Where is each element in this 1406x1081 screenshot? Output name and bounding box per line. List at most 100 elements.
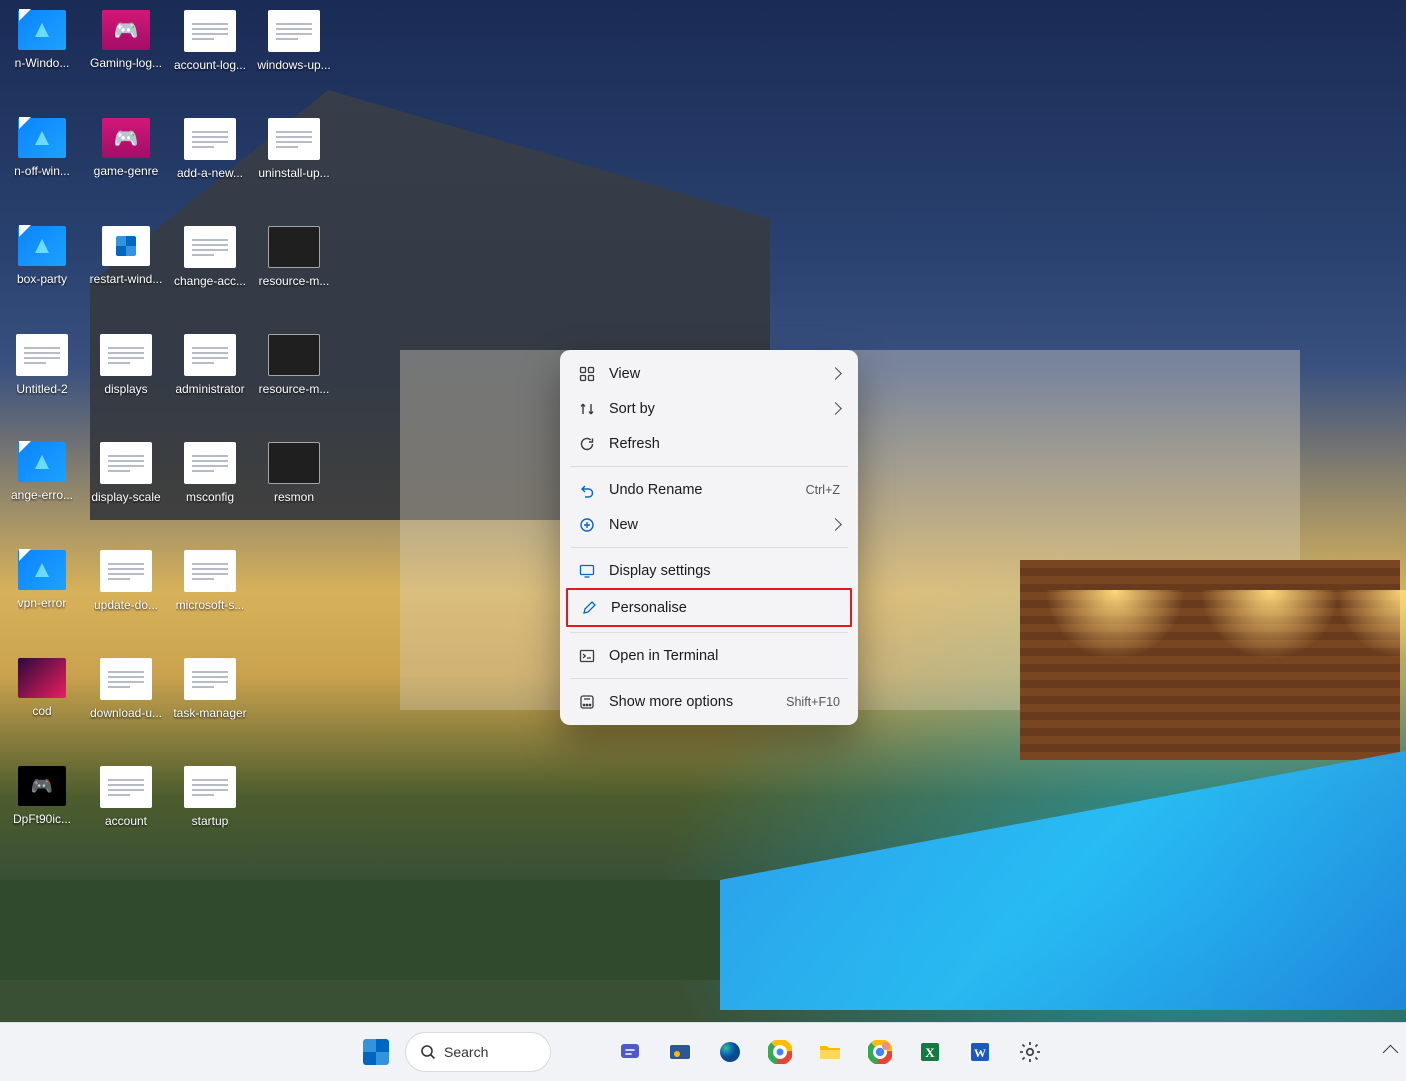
taskbar-center: Search X W [355,1031,1051,1073]
desktop-icon[interactable]: update-do... [84,546,168,652]
desktop-icon-thumb [101,10,151,50]
desktop-icon-thumb [268,226,320,268]
taskbar-search[interactable]: Search [405,1032,551,1072]
desktop-icon-label: account-log... [174,58,246,72]
taskbar-app-chat[interactable] [609,1031,651,1073]
taskbar-app-task-view[interactable] [559,1031,601,1073]
desktop-icon-thumb [17,10,67,50]
desktop-icon[interactable]: ange-erro... [0,438,84,544]
context-menu-item-personalise[interactable]: Personalise [566,588,852,627]
display-icon [578,562,595,579]
desktop-icon[interactable]: account [84,762,168,868]
desktop-icon[interactable]: game-genre [84,114,168,220]
desktop-icon[interactable]: download-u... [84,654,168,760]
desktop-icon[interactable]: DpFt90ic... [0,762,84,868]
taskbar-app-chrome[interactable] [759,1031,801,1073]
desktop-icon[interactable]: Untitled-2 [0,330,84,436]
search-icon [420,1044,436,1060]
svg-text:X: X [925,1045,935,1060]
refresh-icon [578,435,595,452]
desktop-icon-label: msconfig [186,490,234,504]
taskbar-app-snipping[interactable] [659,1031,701,1073]
desktop-icon[interactable]: task-manager [168,654,252,760]
desktop-icon[interactable]: change-acc... [168,222,252,328]
context-menu-separator [570,632,848,633]
context-menu-item-label: Refresh [609,436,840,452]
desktop-icon-label: cod [32,704,51,718]
start-button[interactable] [355,1031,397,1073]
tray-chevron-icon[interactable] [1383,1044,1399,1060]
context-menu-item-label: View [609,366,817,382]
desktop[interactable]: n-Windo... Gaming-log... account-log... win… [0,0,1406,1022]
desktop-icon-thumb [184,334,236,376]
desktop-icon[interactable]: box-party [0,222,84,328]
wallpaper-pool [720,750,1406,1010]
desktop-icon-thumb [184,550,236,592]
desktop-icon-label: Gaming-log... [90,56,162,70]
context-menu-item-refresh[interactable]: Refresh [566,426,852,461]
desktop-icon-thumb [17,766,67,806]
desktop-icon[interactable]: Gaming-log... [84,6,168,112]
desktop-icon-label: update-do... [94,598,158,612]
desktop-icon[interactable]: cod [0,654,84,760]
context-menu-item-label: Show more options [609,694,772,710]
desktop-icon-label: uninstall-up... [258,166,329,180]
context-menu-item-undo[interactable]: Undo Rename Ctrl+Z [566,472,852,507]
taskbar-app-settings[interactable] [1009,1031,1051,1073]
context-menu-item-label: Undo Rename [609,482,792,498]
taskbar-app-excel[interactable]: X [909,1031,951,1073]
desktop-icon[interactable]: resource-m... [252,222,336,328]
desktop-icon[interactable]: windows-up... [252,6,336,112]
desktop-icon[interactable]: display-scale [84,438,168,544]
context-menu-item-more[interactable]: Show more optionsShift+F10 [566,684,852,719]
desktop-icon-thumb [268,442,320,484]
context-menu-item-terminal[interactable]: Open in Terminal [566,638,852,673]
wallpaper-lawn [0,880,720,980]
taskbar-app-edge[interactable] [709,1031,751,1073]
taskbar-tray[interactable] [1385,1047,1396,1058]
desktop-icon[interactable]: resource-m... [252,330,336,436]
desktop-icon-label: game-genre [94,164,159,178]
desktop-icon-label: resmon [274,490,314,504]
desktop-icon-thumb [184,118,236,160]
wallpaper-light [1045,590,1185,660]
terminal-icon [578,647,595,664]
context-menu-item-shortcut: Ctrl+Z [806,483,840,497]
windows-logo-icon [363,1039,389,1065]
context-menu-separator [570,466,848,467]
context-menu-item-view[interactable]: View [566,356,852,391]
desktop-icon[interactable]: administrator [168,330,252,436]
desktop-icon[interactable]: microsoft-s... [168,546,252,652]
desktop-icon-thumb [184,10,236,52]
desktop-icon-label: administrator [175,382,244,396]
context-menu-item-display[interactable]: Display settings [566,553,852,588]
desktop-icon-label: DpFt90ic... [13,812,71,826]
desktop-icon[interactable]: vpn-error [0,546,84,652]
context-menu-item-new[interactable]: New [566,507,852,542]
desktop-icon-thumb [184,766,236,808]
desktop-icon[interactable]: n-off-win... [0,114,84,220]
taskbar-app-word[interactable]: W [959,1031,1001,1073]
more-icon [578,693,595,710]
desktop-icon[interactable]: add-a-new... [168,114,252,220]
chevron-right-icon [829,367,842,380]
taskbar-app-file-explorer[interactable] [809,1031,851,1073]
desktop-icon[interactable]: displays [84,330,168,436]
taskbar: Search X W [0,1022,1406,1081]
context-menu-item-sort[interactable]: Sort by [566,391,852,426]
desktop-icon[interactable]: resmon [252,438,336,544]
desktop-icon[interactable]: startup [168,762,252,868]
desktop-icon-label: display-scale [91,490,160,504]
desktop-icon-label: vpn-error [18,596,67,610]
wallpaper-light [1335,590,1406,660]
desktop-icon-label: box-party [17,272,67,286]
desktop-icon[interactable]: restart-wind... [84,222,168,328]
taskbar-app-chrome-profile[interactable] [859,1031,901,1073]
desktop-icon[interactable]: account-log... [168,6,252,112]
desktop-icon-label: change-acc... [174,274,246,288]
desktop-icon[interactable]: msconfig [168,438,252,544]
desktop-icon-label: n-off-win... [14,164,70,178]
desktop-icon[interactable]: n-Windo... [0,6,84,112]
desktop-icon[interactable]: uninstall-up... [252,114,336,220]
desktop-icon-thumb [184,658,236,700]
